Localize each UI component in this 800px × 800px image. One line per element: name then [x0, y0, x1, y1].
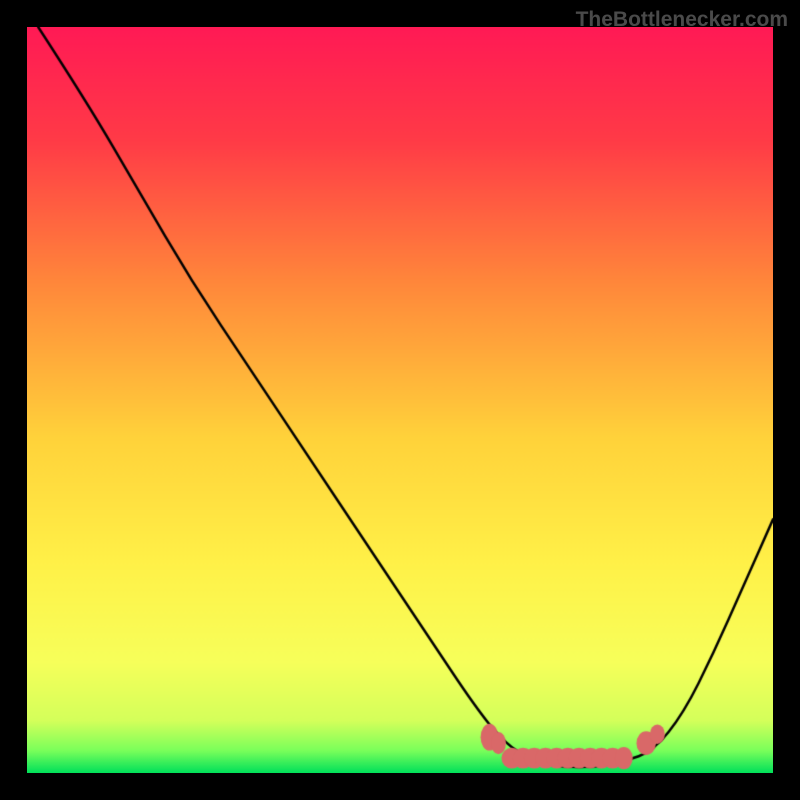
watermark-text: TheBottlenecker.com — [576, 8, 788, 32]
chart-background-gradient — [27, 27, 773, 773]
chart-plot-area — [27, 27, 773, 773]
